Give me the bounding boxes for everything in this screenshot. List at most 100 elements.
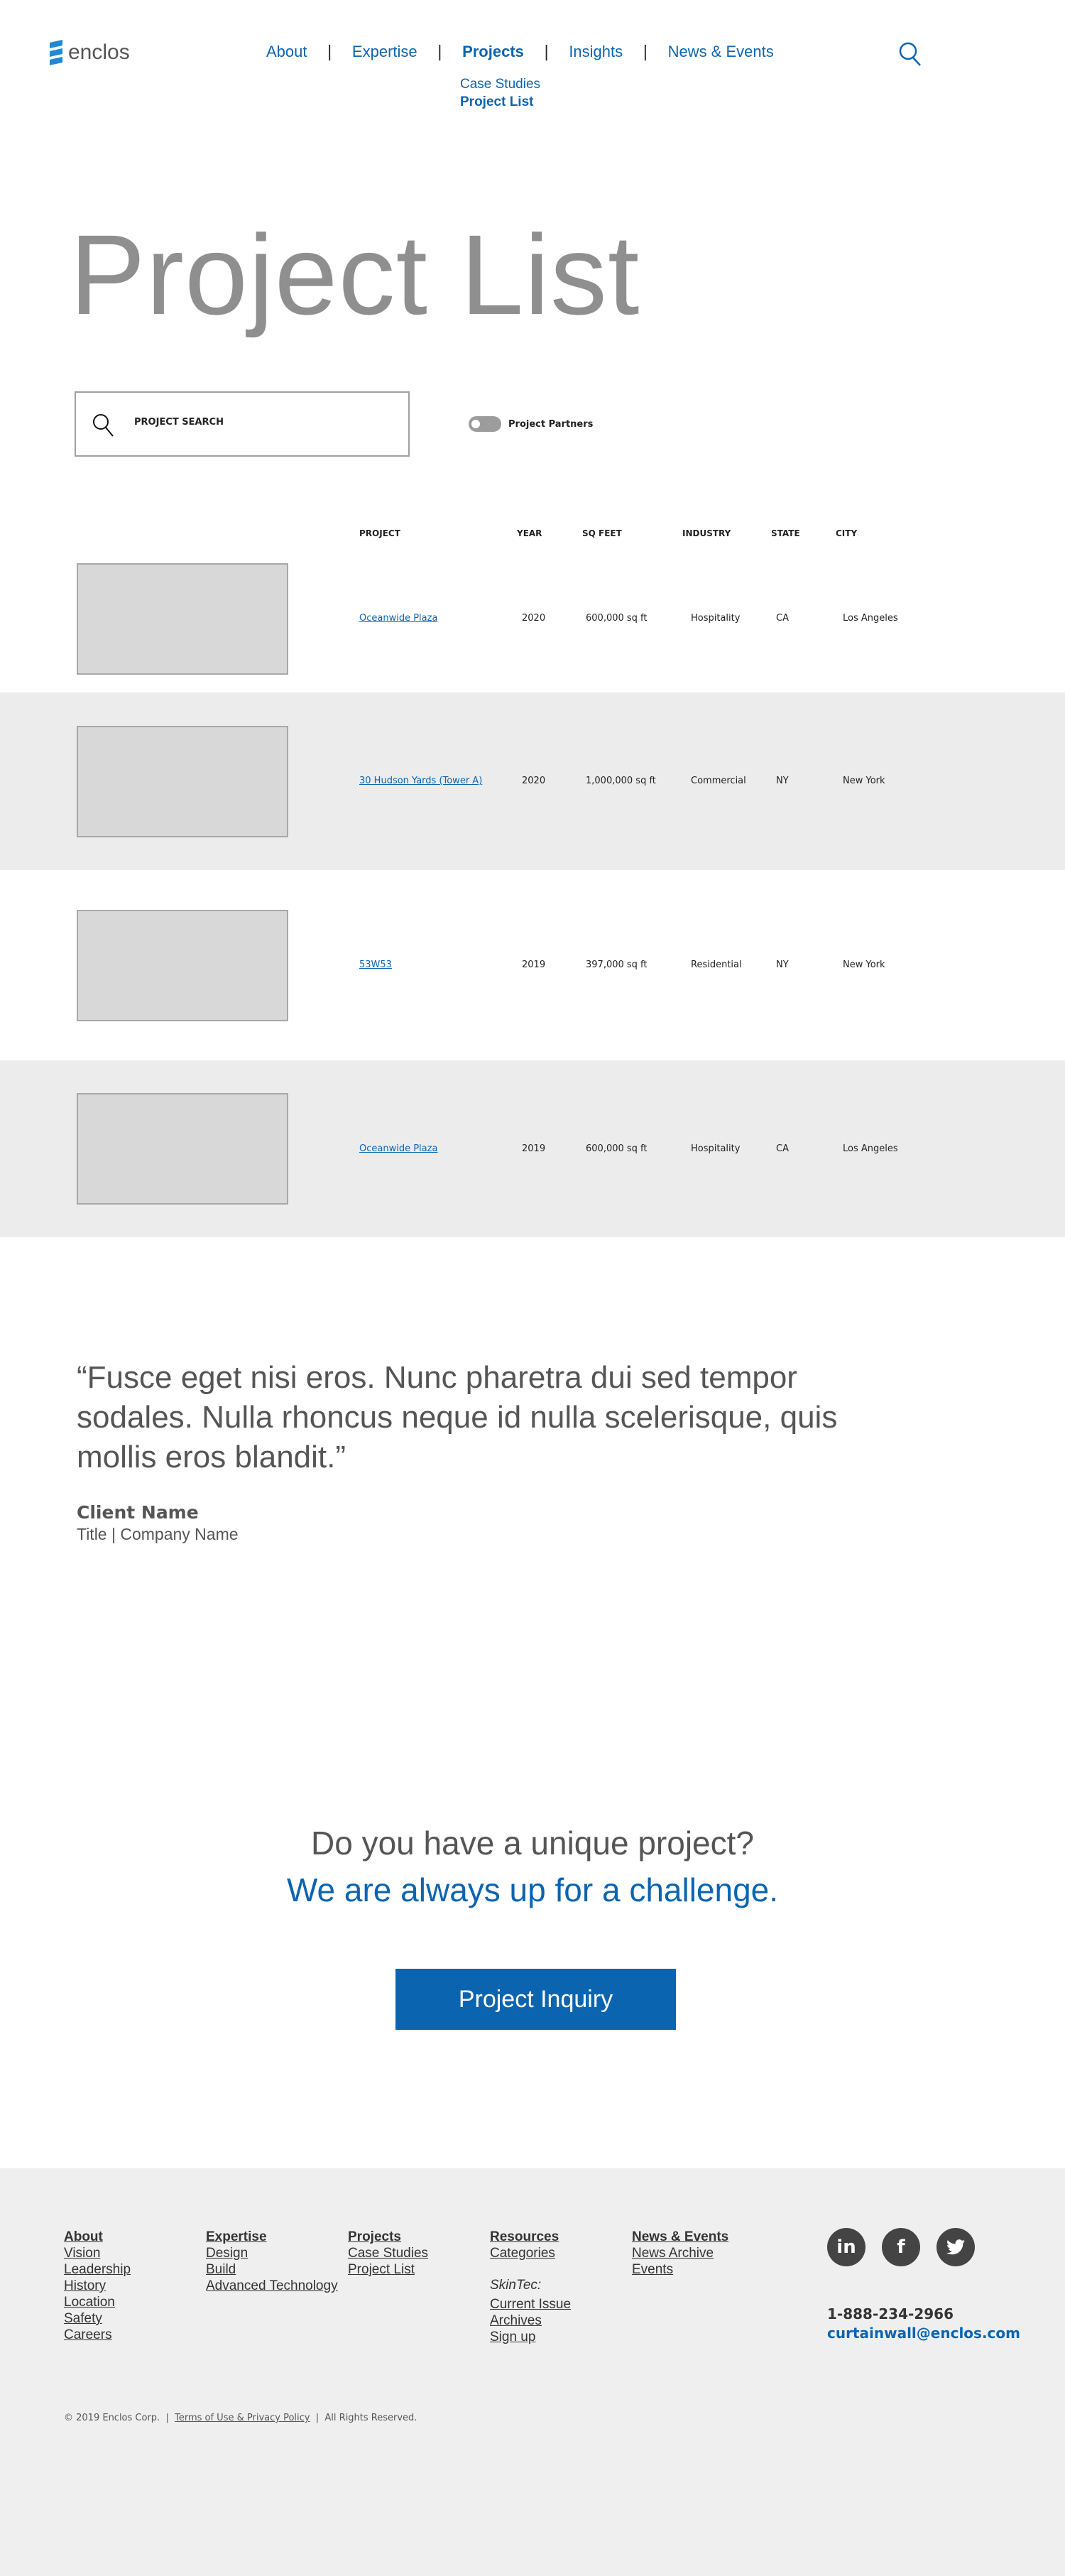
facebook-icon[interactable]: f bbox=[882, 2228, 920, 2266]
cta-line-2: We are always up for a challenge. bbox=[286, 1871, 779, 1908]
footer-link[interactable]: Events bbox=[632, 2261, 728, 2278]
table-cell: Residential bbox=[691, 960, 742, 970]
nav-divider: | bbox=[643, 43, 648, 61]
linkedin-icon[interactable]: in bbox=[827, 2228, 865, 2266]
logo-mark-icon bbox=[50, 40, 62, 65]
footer-link[interactable]: News Archive bbox=[632, 2245, 728, 2261]
project-search-input[interactable]: PROJECT SEARCH bbox=[75, 391, 410, 457]
table-cell: CA bbox=[776, 1143, 789, 1154]
sub-nav: Case Studies Project List bbox=[460, 75, 540, 111]
project-thumbnail[interactable] bbox=[77, 1093, 288, 1205]
col-state[interactable]: STATE bbox=[771, 528, 800, 538]
table-cell: Los Angeles bbox=[843, 1143, 898, 1154]
table-cell: Los Angeles bbox=[843, 613, 898, 624]
table-cell: 1,000,000 sq ft bbox=[586, 776, 656, 786]
footer-link[interactable]: Advanced Technology bbox=[206, 2278, 338, 2294]
page-title: Project List bbox=[70, 211, 640, 338]
footer-column: About Vision Leadership History Location Safe… bbox=[64, 2229, 131, 2343]
footer-heading[interactable]: Expertise bbox=[206, 2229, 338, 2245]
search-icon bbox=[93, 414, 114, 437]
nav-divider: | bbox=[327, 43, 332, 61]
footer-phone[interactable]: 1-888-234-2966 bbox=[827, 2305, 954, 2322]
col-project[interactable]: PROJECT bbox=[359, 528, 400, 538]
twitter-icon[interactable] bbox=[936, 2228, 975, 2266]
table-row: 30 Hudson Yards (Tower A) 2020 1,000,000 s… bbox=[0, 692, 1065, 870]
footer-heading[interactable]: News & Events bbox=[632, 2229, 728, 2245]
table-cell: 600,000 sq ft bbox=[586, 613, 648, 624]
footer-link[interactable]: Leadership bbox=[64, 2261, 131, 2278]
project-link[interactable]: Oceanwide Plaza bbox=[359, 613, 437, 624]
nav-projects[interactable]: Projects bbox=[462, 43, 524, 61]
project-thumbnail[interactable] bbox=[77, 725, 288, 837]
table-cell: New York bbox=[843, 776, 885, 786]
nav-expertise[interactable]: Expertise bbox=[352, 43, 417, 61]
terms-link[interactable]: Terms of Use & Privacy Policy bbox=[175, 2413, 310, 2423]
table-cell: 2020 bbox=[522, 776, 546, 786]
table-cell: Hospitality bbox=[691, 1143, 741, 1154]
table-cell: 600,000 sq ft bbox=[586, 1143, 648, 1154]
footer-link[interactable]: Categories bbox=[490, 2245, 571, 2261]
main-nav: About | Expertise | Projects | Insights | Ne… bbox=[266, 43, 774, 61]
footer-link[interactable]: Careers bbox=[64, 2327, 131, 2343]
project-link[interactable]: Oceanwide Plaza bbox=[359, 1143, 437, 1154]
logo[interactable]: enclos bbox=[50, 40, 130, 65]
nav-news-events[interactable]: News & Events bbox=[668, 43, 774, 61]
footer-link[interactable]: Vision bbox=[64, 2245, 131, 2261]
project-inquiry-button[interactable]: Project Inquiry bbox=[395, 1969, 676, 2030]
table-cell: NY bbox=[776, 776, 789, 786]
footer-column: Expertise Design Build Advanced Technology bbox=[206, 2229, 338, 2294]
search-icon[interactable] bbox=[898, 41, 922, 67]
nav-insights[interactable]: Insights bbox=[569, 43, 623, 61]
project-partners-toggle[interactable]: Project Partners bbox=[469, 416, 593, 432]
project-thumbnail[interactable] bbox=[77, 563, 288, 675]
table-cell: 2019 bbox=[522, 1143, 546, 1154]
toggle-switch[interactable] bbox=[469, 416, 501, 432]
footer-link[interactable]: Case Studies bbox=[348, 2245, 428, 2261]
footer-link[interactable]: Build bbox=[206, 2261, 338, 2278]
footer-column: Projects Case Studies Project List bbox=[348, 2229, 428, 2278]
footer-legal: © 2019 Enclos Corp. | Terms of Use & Pri… bbox=[64, 2413, 417, 2423]
footer-heading[interactable]: Resources bbox=[490, 2229, 571, 2245]
subnav-project-list[interactable]: Project List bbox=[460, 93, 540, 111]
footer-link[interactable]: Sign up bbox=[490, 2329, 571, 2345]
footer-link[interactable]: Safety bbox=[64, 2310, 131, 2327]
footer-link[interactable]: History bbox=[64, 2278, 131, 2294]
table-cell: 2019 bbox=[522, 960, 546, 970]
footer-heading[interactable]: Projects bbox=[348, 2229, 428, 2245]
footer-link[interactable]: Design bbox=[206, 2245, 338, 2261]
table-cell: CA bbox=[776, 613, 789, 624]
nav-divider: | bbox=[543, 43, 550, 61]
table-cell: NY bbox=[776, 960, 789, 970]
table-row: Oceanwide Plaza 2020 600,000 sq ft Hospital… bbox=[0, 554, 1065, 692]
subnav-case-studies[interactable]: Case Studies bbox=[460, 75, 540, 93]
cta-line-1: Do you have a unique project? bbox=[311, 1825, 754, 1862]
table-cell: Hospitality bbox=[691, 613, 741, 624]
footer-email[interactable]: curtainwall@enclos.com bbox=[827, 2325, 1020, 2342]
project-thumbnail[interactable] bbox=[77, 909, 288, 1021]
table-cell: 397,000 sq ft bbox=[586, 960, 648, 970]
col-industry[interactable]: INDUSTRY bbox=[682, 528, 731, 538]
footer-column: Resources Categories SkinTec: Current Issue… bbox=[490, 2229, 571, 2345]
nav-about[interactable]: About bbox=[266, 43, 307, 61]
table-cell: Commercial bbox=[691, 776, 746, 786]
footer-column: News & Events News Archive Events bbox=[632, 2229, 728, 2278]
footer-link[interactable]: Current Issue bbox=[490, 2296, 571, 2313]
footer-subheading: SkinTec: bbox=[490, 2278, 542, 2293]
table-row: Oceanwide Plaza 2019 600,000 sq ft Hospital… bbox=[0, 1060, 1065, 1237]
project-link[interactable]: 30 Hudson Yards (Tower A) bbox=[359, 776, 482, 786]
footer-link[interactable]: Location bbox=[64, 2294, 131, 2310]
nav-divider: | bbox=[437, 43, 443, 61]
col-city[interactable]: CITY bbox=[836, 528, 857, 538]
col-year[interactable]: YEAR bbox=[517, 528, 542, 538]
table-cell: New York bbox=[843, 960, 885, 970]
footer-heading[interactable]: About bbox=[64, 2229, 131, 2245]
footer-link[interactable]: Archives bbox=[490, 2313, 571, 2329]
client-name: Client Name bbox=[77, 1502, 199, 1523]
client-title: Title | Company Name bbox=[77, 1525, 239, 1543]
table-cell: 2020 bbox=[522, 613, 546, 624]
testimonial-quote: “Fusce eget nisi eros. Nunc pharetra dui… bbox=[77, 1360, 838, 1474]
col-sqfeet[interactable]: SQ FEET bbox=[582, 528, 622, 538]
footer-link[interactable]: Project List bbox=[348, 2261, 428, 2278]
table-row: 53W53 2019 397,000 sq ft Residential NY New Y… bbox=[0, 870, 1065, 1060]
project-link[interactable]: 53W53 bbox=[359, 960, 392, 970]
